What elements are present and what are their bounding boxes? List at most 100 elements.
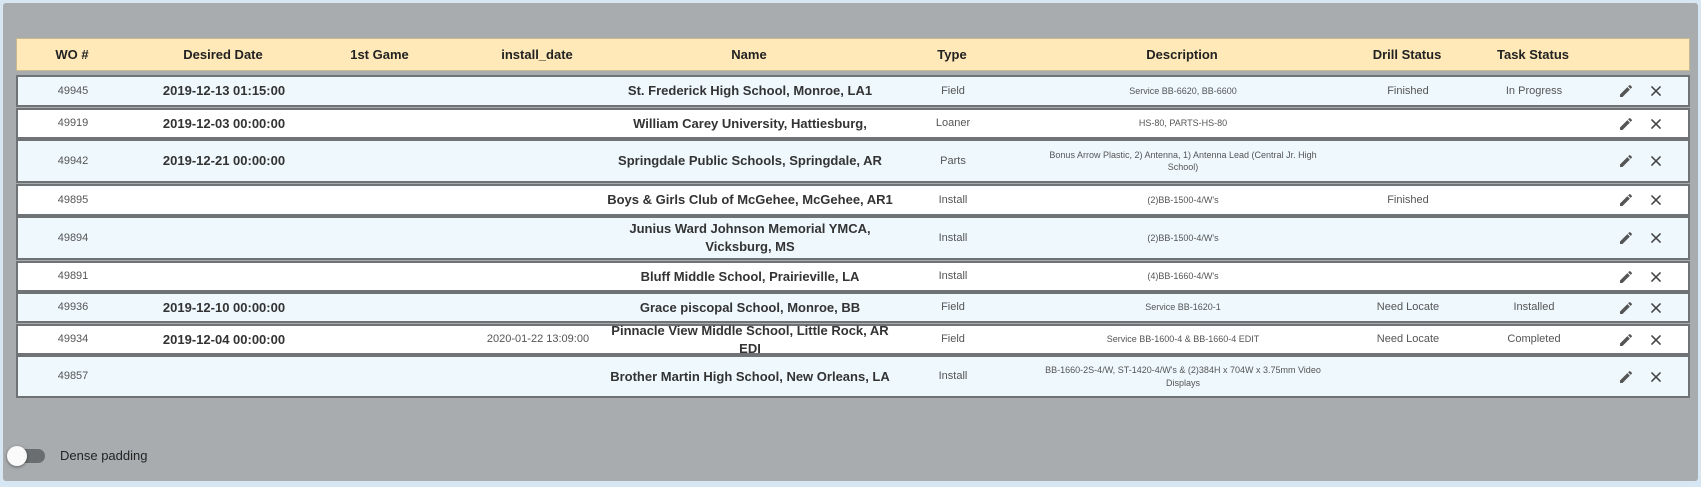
cell-type: Install: [938, 270, 968, 283]
pencil-icon[interactable]: [1617, 368, 1635, 386]
pencil-icon[interactable]: [1617, 152, 1635, 170]
pencil-icon[interactable]: [1617, 299, 1635, 317]
close-icon[interactable]: [1647, 82, 1665, 100]
close-icon[interactable]: [1647, 368, 1665, 386]
table-row[interactable]: 49919 2019-12-03 00:00:00 William Carey Un…: [16, 108, 1690, 139]
delete-button[interactable]: [1643, 141, 1669, 181]
toggle-thumb[interactable]: [7, 445, 27, 466]
edit-button[interactable]: [1613, 294, 1639, 321]
cell-type: Field: [941, 301, 965, 314]
cell-first-game: [323, 218, 438, 258]
close-icon[interactable]: [1647, 229, 1665, 247]
cell-description: Service BB-6620, BB-6600: [1129, 85, 1237, 96]
table-row[interactable]: 49894 Junius Ward Johnson Memorial YMCA, …: [16, 216, 1690, 260]
cell-wo: 49942: [57, 154, 89, 167]
cell-type: Parts: [940, 154, 966, 167]
edit-button[interactable]: [1613, 218, 1639, 258]
col-drill-status[interactable]: Drill Status: [1357, 39, 1457, 70]
cell-task-status: In Progress: [1505, 84, 1563, 97]
cell-drill-status: Need Locate: [1376, 333, 1440, 346]
cell-name: William Carey University, Hattiesburg,: [633, 115, 867, 131]
col-first-game[interactable]: 1st Game: [322, 39, 437, 70]
cell-description: Service BB-1600-4 & BB-1660-4 EDIT: [1106, 334, 1260, 345]
close-icon[interactable]: [1647, 299, 1665, 317]
cell-desired-date: [124, 218, 324, 258]
edit-button[interactable]: [1613, 77, 1639, 105]
cell-desired-date: 2019-12-13 01:15:00: [162, 83, 286, 99]
edit-button[interactable]: [1613, 326, 1639, 353]
edit-button[interactable]: [1613, 357, 1639, 396]
pencil-icon[interactable]: [1617, 82, 1635, 100]
edit-button[interactable]: [1613, 110, 1639, 137]
table-header: WO # Desired Date 1st Game install_date …: [16, 38, 1690, 71]
pencil-icon[interactable]: [1617, 115, 1635, 133]
cell-name: St. Frederick High School, Monroe, LA1: [627, 83, 873, 99]
delete-button[interactable]: [1643, 294, 1669, 321]
close-icon[interactable]: [1647, 268, 1665, 286]
table-row[interactable]: 49945 2019-12-13 01:15:00 St. Frederick Hi…: [16, 75, 1690, 107]
cell-wo: 49945: [57, 84, 89, 97]
delete-button[interactable]: [1643, 263, 1669, 290]
delete-button[interactable]: [1643, 77, 1669, 105]
edit-button[interactable]: [1613, 186, 1639, 214]
cell-name: Bluff Middle School, Prairieville, LA: [640, 268, 860, 284]
table-row[interactable]: 49857 Brother Martin High School, New Orl…: [16, 355, 1690, 398]
cell-type: Install: [938, 193, 968, 206]
cell-task-status: [1484, 218, 1584, 258]
cell-drill-status: Finished: [1387, 84, 1429, 97]
edit-button[interactable]: [1613, 141, 1639, 181]
cell-wo: 49891: [57, 270, 89, 283]
delete-button[interactable]: [1643, 110, 1669, 137]
cell-desired-date: 2019-12-03 00:00:00: [162, 115, 286, 131]
cell-first-game: [323, 110, 438, 137]
close-icon[interactable]: [1647, 331, 1665, 349]
table-row[interactable]: 49891 Bluff Middle School, Prairieville, …: [16, 261, 1690, 292]
cell-first-game: [323, 357, 438, 396]
toggle-track[interactable]: [7, 445, 45, 466]
col-description[interactable]: Description: [1037, 39, 1327, 70]
cell-wo: 49895: [57, 193, 89, 206]
cell-type: Loaner: [935, 117, 971, 130]
cell-wo: 49857: [57, 370, 89, 383]
cell-name: Springdale Public Schools, Springdale, A…: [618, 153, 882, 169]
cell-wo: 49919: [57, 117, 89, 130]
cell-drill-status: [1358, 263, 1458, 290]
cell-wo: 49934: [57, 333, 89, 346]
delete-button[interactable]: [1643, 326, 1669, 353]
pencil-icon[interactable]: [1617, 191, 1635, 209]
cell-type: Install: [938, 231, 968, 244]
cell-task-status: [1484, 186, 1584, 214]
pencil-icon[interactable]: [1617, 268, 1635, 286]
cell-drill-status: Finished: [1387, 193, 1429, 206]
cell-description: (4)BB-1660-4/W's: [1147, 271, 1219, 282]
close-icon[interactable]: [1647, 152, 1665, 170]
edit-button[interactable]: [1613, 263, 1639, 290]
table-row[interactable]: 49936 2019-12-10 00:00:00 Grace piscopal S…: [16, 292, 1690, 323]
col-task-status[interactable]: Task Status: [1483, 39, 1583, 70]
cell-wo: 49894: [57, 231, 89, 244]
dense-padding-toggle[interactable]: Dense padding: [7, 445, 147, 466]
cell-task-status: Completed: [1507, 333, 1561, 346]
table-row[interactable]: 49895 Boys & Girls Club of McGehee, McGeh…: [16, 184, 1690, 216]
cell-task-status: [1484, 357, 1584, 396]
close-icon[interactable]: [1647, 115, 1665, 133]
cell-type: Field: [941, 84, 965, 97]
pencil-icon[interactable]: [1617, 331, 1635, 349]
delete-button[interactable]: [1643, 186, 1669, 214]
cell-desired-date: 2019-12-10 00:00:00: [162, 299, 286, 315]
delete-button[interactable]: [1643, 218, 1669, 258]
col-desired-date[interactable]: Desired Date: [123, 39, 323, 70]
col-name[interactable]: Name: [599, 39, 899, 70]
table-row[interactable]: 49942 2019-12-21 00:00:00 Springdale Publi…: [16, 139, 1690, 183]
table-row[interactable]: 49934 2019-12-04 00:00:00 2020-01-22 13:09…: [16, 323, 1690, 356]
close-icon[interactable]: [1647, 191, 1665, 209]
delete-button[interactable]: [1643, 357, 1669, 396]
col-type[interactable]: Type: [917, 39, 987, 70]
cell-name: Junius Ward Johnson Memorial YMCA, Vicks…: [629, 221, 871, 254]
cell-description: HS-80, PARTS-HS-80: [1138, 118, 1228, 129]
pencil-icon[interactable]: [1617, 229, 1635, 247]
col-wo[interactable]: WO #: [17, 39, 127, 70]
cell-name: Brother Martin High School, New Orleans,…: [610, 368, 890, 384]
cell-description: Service BB-1620-1: [1145, 302, 1221, 313]
cell-first-game: [323, 141, 438, 181]
